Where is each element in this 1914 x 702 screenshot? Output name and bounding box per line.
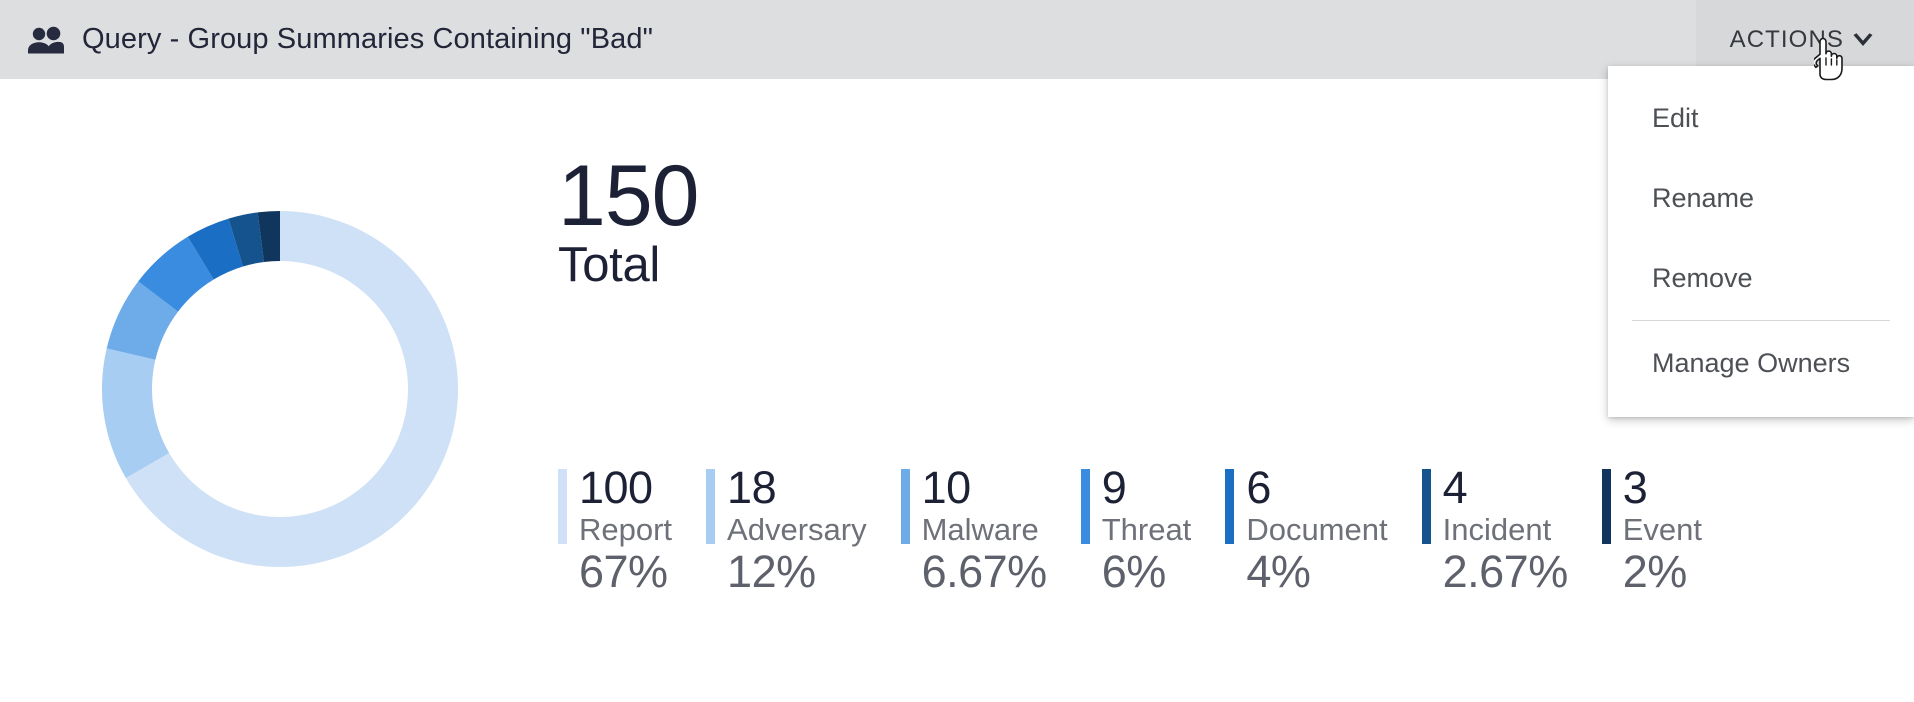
stat-percent: 67% [579, 546, 668, 598]
stat-item-malware[interactable]: 10 Malware 6.67% [900, 462, 1048, 598]
menu-item-label: Edit [1652, 102, 1699, 133]
donut-chart [60, 169, 500, 609]
stat-text-group: 9 Threat 6% [1101, 462, 1192, 598]
stat-item-incident[interactable]: 4 Incident 2.67% [1421, 462, 1569, 598]
stat-color-bar [1080, 469, 1090, 544]
menu-item-edit[interactable]: Edit [1608, 78, 1914, 158]
menu-item-remove[interactable]: Remove [1608, 238, 1914, 318]
menu-divider [1632, 320, 1890, 321]
stat-color-bar [1601, 469, 1611, 544]
stat-count: 18 [727, 462, 777, 513]
stat-text-group: 18 Adversary 12% [727, 462, 867, 598]
stat-percent: 4% [1246, 546, 1311, 598]
menu-item-manage-owners[interactable]: Manage Owners [1608, 323, 1914, 403]
people-icon [26, 25, 66, 55]
stat-count: 100 [579, 462, 653, 513]
stat-color-bar [706, 469, 716, 544]
stat-text-group: 6 Document 4% [1246, 462, 1388, 598]
stat-label: Incident [1442, 511, 1552, 547]
stat-item-document[interactable]: 6 Document 4% [1225, 462, 1388, 598]
page-title: Query - Group Summaries Containing "Bad" [82, 23, 654, 55]
stat-percent: 12% [727, 546, 816, 598]
stat-label: Report [579, 511, 673, 547]
stat-item-adversary[interactable]: 18 Adversary 12% [706, 462, 867, 598]
stat-percent: 2.67% [1442, 546, 1569, 598]
stat-color-bar [900, 469, 910, 544]
header-left-group: Query - Group Summaries Containing "Bad" [0, 23, 1696, 56]
stat-text-group: 4 Incident 2.67% [1442, 462, 1569, 598]
stat-percent: 2% [1622, 546, 1688, 598]
stat-item-threat[interactable]: 9 Threat 6% [1080, 462, 1192, 598]
stat-count: 4 [1442, 462, 1468, 513]
stat-item-event[interactable]: 3 Event 2% [1601, 462, 1702, 598]
stat-text-group: 3 Event 2% [1622, 462, 1702, 598]
stat-label: Document [1246, 511, 1388, 547]
chevron-down-icon [1850, 27, 1876, 53]
stat-label: Malware [921, 511, 1039, 547]
stat-count: 6 [1246, 462, 1271, 513]
stat-label: Threat [1101, 511, 1192, 547]
stat-count: 3 [1622, 462, 1648, 513]
donut-slice-adversary[interactable] [101, 348, 170, 478]
stat-color-bar [1225, 469, 1235, 544]
stat-text-group: 100 Report 67% [579, 462, 673, 598]
menu-item-label: Rename [1652, 182, 1755, 213]
stat-item-report[interactable]: 100 Report 67% [558, 462, 673, 598]
stat-color-bar [1421, 469, 1431, 544]
actions-dropdown-menu: Edit Rename Remove Manage Owners [1608, 66, 1914, 417]
stat-count: 9 [1101, 462, 1127, 513]
menu-item-label: Remove [1652, 262, 1753, 293]
menu-item-rename[interactable]: Rename [1608, 158, 1914, 238]
stat-color-bar [558, 469, 567, 544]
stat-label: Event [1622, 511, 1702, 547]
stat-percent: 6% [1101, 546, 1167, 598]
stat-text-group: 10 Malware 6.67% [921, 462, 1048, 598]
type-breakdown-list: 100 Report 67% 18 Adversary 12% 10 Malware 6.67%… [558, 462, 1702, 598]
stat-count: 10 [921, 462, 972, 513]
menu-item-label: Manage Owners [1652, 347, 1851, 378]
stat-label: Adversary [727, 511, 867, 547]
stat-percent: 6.67% [921, 546, 1048, 598]
actions-button-label: ACTIONS [1729, 25, 1844, 53]
